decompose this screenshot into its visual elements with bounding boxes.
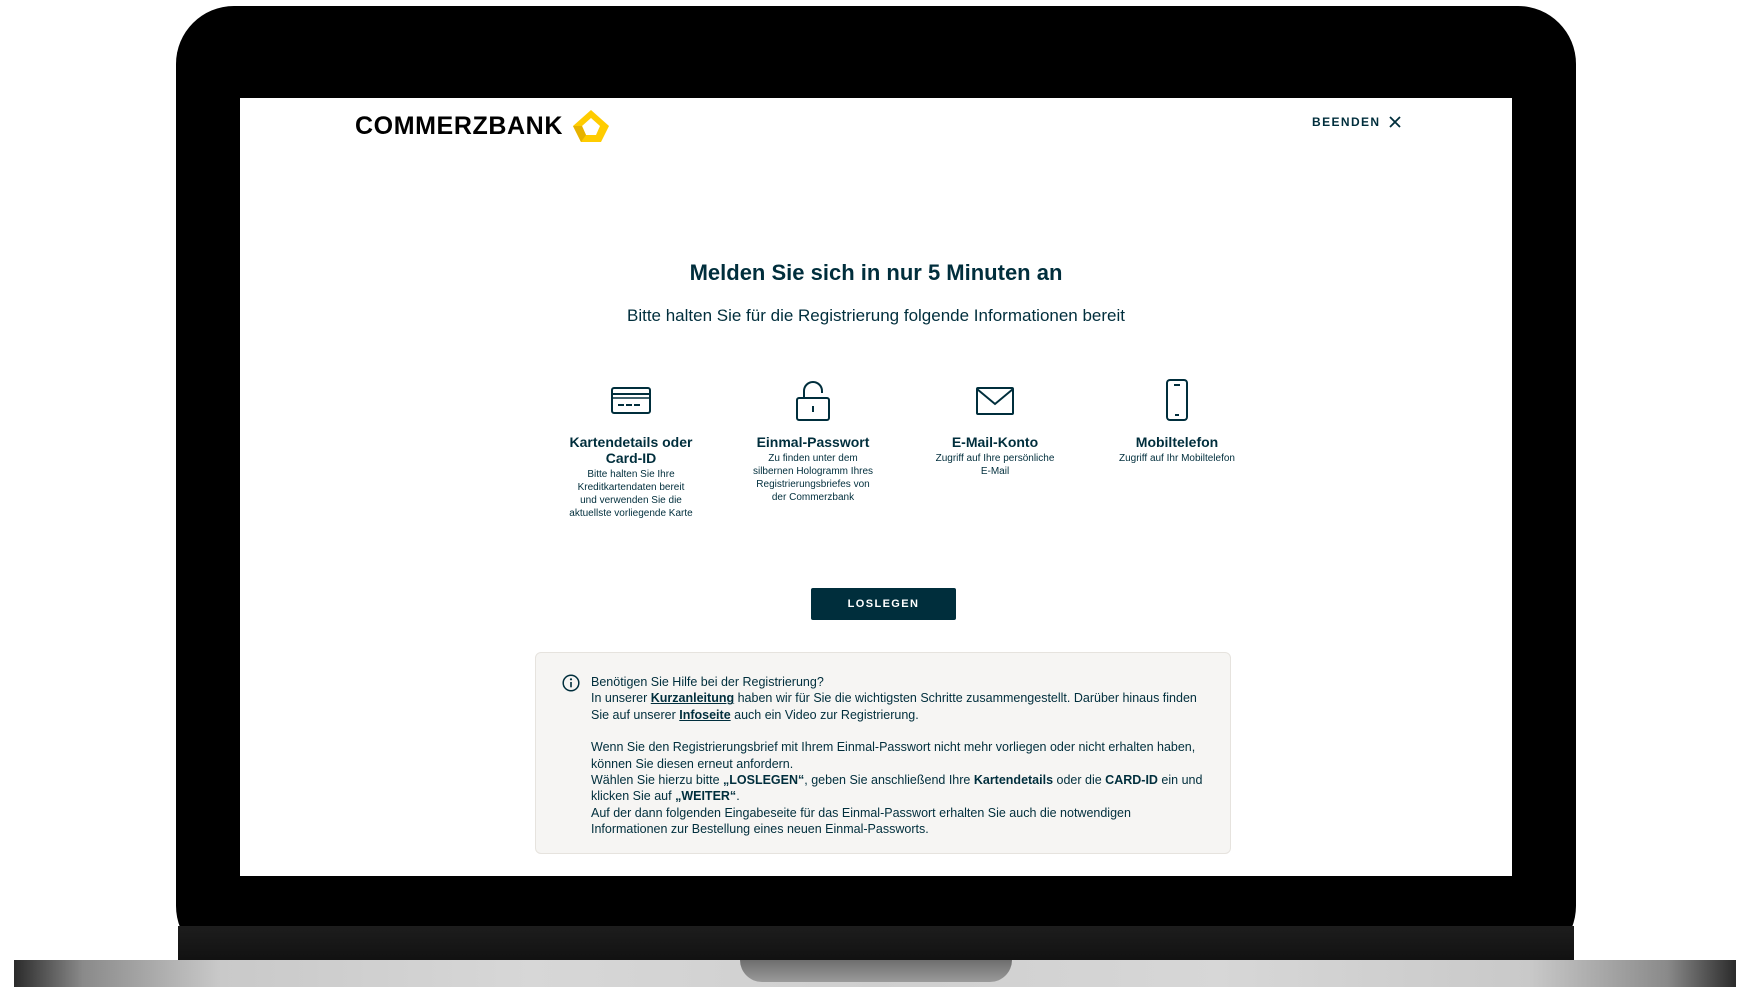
requirement-description: Zugriff auf Ihr Mobiltelefon [1119,453,1235,464]
browser-screen: COMMERZBANK BEENDEN Melden Sie sich in n… [240,98,1512,876]
help-bold-start: „LOSLEGEN“ [723,773,805,788]
help-text-segment: . [736,789,740,804]
lock-icon [796,381,830,421]
requirement-mobile: Mobiltelefon Zugriff auf Ihr Mobiltelefo… [1086,376,1268,520]
help-paragraph-steps: Wählen Sie hierzu bitte „LOSLEGEN“, gebe… [591,772,1207,805]
logo-wordmark: COMMERZBANK [355,111,563,140]
laptop-hinge [178,926,1574,962]
requirement-description: Zugriff auf Ihre persönliche E-Mail [935,453,1055,477]
help-info-box: Benötigen Sie Hilfe bei der Registrierun… [535,652,1231,854]
header: COMMERZBANK BEENDEN [240,98,1512,158]
requirement-title: Einmal-Passwort [756,434,870,450]
page-subtitle: Bitte halten Sie für die Registrierung f… [626,306,1126,325]
help-bold-card-id: CARD-ID [1105,773,1158,788]
help-paragraph-new-password: Auf der dann folgenden Eingabeseite für … [591,805,1131,837]
requirement-title: Mobiltelefon [1135,434,1219,450]
requirement-description: Bitte halten Sie Ihre Kreditkartendaten … [569,469,693,519]
start-button[interactable]: LOSLEGEN [811,588,956,620]
help-text-segment: In unserer [591,691,651,706]
end-button-label: BEENDEN [1312,115,1381,129]
help-text-segment: Wählen Sie hierzu bitte [591,773,724,788]
help-text-segment: oder die [1053,773,1106,788]
close-icon [1389,116,1402,128]
requirement-title: E-Mail-Konto [951,434,1039,450]
requirement-one-time-password: Einmal-Passwort Zu finden unter dem silb… [722,376,904,520]
info-page-link[interactable]: Infoseite [679,708,730,722]
help-question: Benötigen Sie Hilfe bei der Registrierun… [591,675,824,689]
help-text: Benötigen Sie Hilfe bei der Registrierun… [591,674,1207,838]
requirement-card-details: Kartendetails oder Card-ID Bitte halten … [540,376,722,520]
requirement-title: Kartendetails oder Card-ID [569,434,693,466]
help-text-segment: , geben Sie anschließend Ihre [804,773,974,788]
quick-guide-link[interactable]: Kurzanleitung [651,691,734,705]
requirements-list: Kartendetails oder Card-ID Bitte halten … [540,376,1268,520]
end-button[interactable]: BEENDEN [1312,115,1402,129]
credit-card-icon [611,387,651,414]
requirement-email: E-Mail-Konto Zugriff auf Ihre persönlich… [904,376,1086,520]
info-icon [562,674,580,692]
commerzbank-ribbon-icon [572,110,609,142]
help-bold-next: „WEITER“ [675,789,737,804]
smartphone-icon [1166,379,1188,421]
laptop-notch [740,960,1012,982]
help-paragraph-guide: In unserer Kurzanleitung haben wir für S… [591,690,1207,723]
help-paragraph-letter: Wenn Sie den Registrierungsbrief mit Ihr… [591,740,1196,771]
commerzbank-logo[interactable]: COMMERZBANK [355,108,611,144]
help-text-segment: auch ein Video zur Registrierung. [730,707,919,722]
help-bold-card-details: Kartendetails [973,773,1054,788]
envelope-icon [976,387,1014,415]
page-title: Melden Sie sich in nur 5 Minuten an [689,260,1063,285]
requirement-description: Zu finden unter dem silbernen Hologramm … [752,453,874,503]
